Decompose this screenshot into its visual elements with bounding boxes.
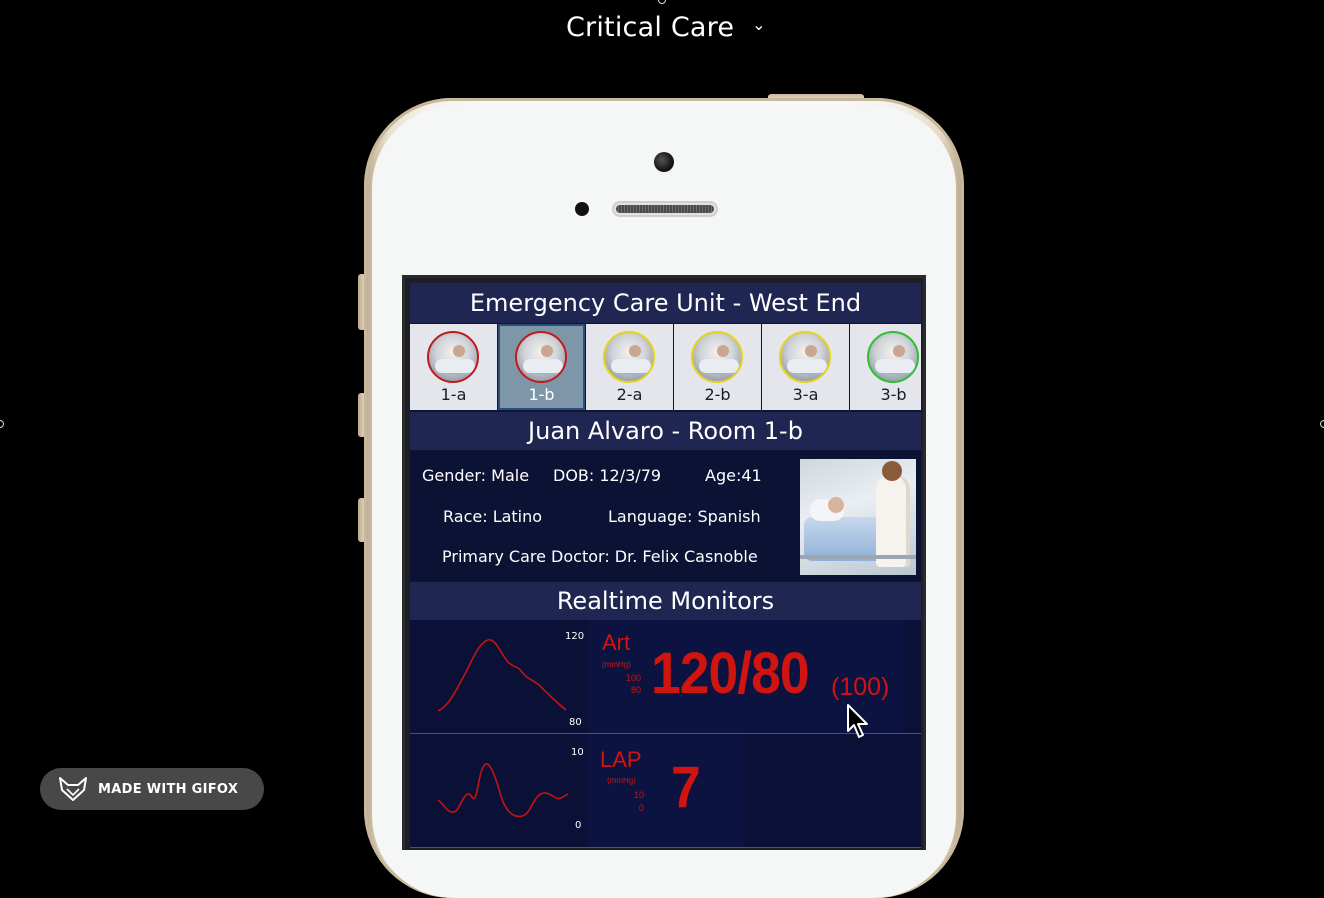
patient-thumbnail <box>867 331 919 383</box>
patient-race: Race: Latino <box>443 507 543 526</box>
proximity-sensor <box>575 202 589 216</box>
view-title: Critical Care <box>566 12 735 43</box>
art-value: 120/80 <box>651 641 810 706</box>
art-mean: (100) <box>831 673 890 701</box>
monitor-lap[interactable]: 10 0 LAP (mmHg) 10 0 7 <box>410 734 921 848</box>
art-limit-low: 80 <box>630 685 641 695</box>
room-selector[interactable]: 1-a 1-b 2-a 2-b 3-a 3-b <box>410 323 921 412</box>
lap-label: LAP <box>600 747 642 772</box>
room-label: 3-b <box>880 385 907 404</box>
room-label: 3-a <box>792 385 819 404</box>
chevron-down-icon[interactable]: ⌄ <box>752 15 765 34</box>
room-tab-1-a[interactable]: 1-a <box>410 324 497 410</box>
patient-dob: DOB: 12/3/79 <box>553 466 662 485</box>
resize-handle-left[interactable] <box>0 420 4 428</box>
patient-age: Age:41 <box>705 466 762 485</box>
patient-info-panel: Gender: Male DOB: 12/3/79 Age:41 Race: L… <box>410 450 921 582</box>
room-label: 1-a <box>440 385 467 404</box>
phone-screen: Emergency Care Unit - West End 1-a 1-b 2… <box>402 275 926 850</box>
earpiece-speaker <box>612 201 718 217</box>
lap-waveform: 10 0 <box>410 734 587 847</box>
patient-thumbnail <box>779 331 831 383</box>
unit-title: Emergency Care Unit - West End <box>410 283 921 323</box>
watermark-text: MADE WITH GIFOX <box>98 781 239 797</box>
patient-thumbnail <box>515 331 567 383</box>
room-tab-2-b[interactable]: 2-b <box>674 324 761 410</box>
lap-limit-low: 0 <box>638 803 644 813</box>
room-tab-2-a[interactable]: 2-a <box>586 324 673 410</box>
monitor-art[interactable]: 120 80 Art (mmHg) 100 80 120/80 (100) <box>410 620 921 734</box>
resize-handle-right[interactable] <box>1320 420 1324 428</box>
art-waveform-trace <box>437 639 567 712</box>
lap-scale-bottom: 0 <box>575 820 582 831</box>
room-tab-3-b[interactable]: 3-b <box>850 324 921 410</box>
front-camera <box>654 152 674 172</box>
lap-scale-top: 10 <box>571 747 584 758</box>
patient-language: Language: Spanish <box>608 507 761 526</box>
lap-limit-high: 10 <box>633 790 644 800</box>
art-scale-top: 120 <box>565 631 585 642</box>
room-tab-3-a[interactable]: 3-a <box>762 324 849 410</box>
monitors-title: Realtime Monitors <box>410 582 921 620</box>
art-waveform: 120 80 <box>410 620 587 733</box>
lap-readout: LAP (mmHg) 10 0 7 <box>587 734 743 847</box>
patient-gender: Gender: Male <box>422 466 530 485</box>
room-tab-1-b[interactable]: 1-b <box>498 324 585 410</box>
art-scale-bottom: 80 <box>569 717 582 728</box>
patient-doctor: Primary Care Doctor: Dr. Felix Casnoble <box>442 547 758 566</box>
room-label: 2-b <box>704 385 731 404</box>
app-content: Emergency Care Unit - West End 1-a 1-b 2… <box>410 283 921 848</box>
room-label: 1-b <box>528 385 555 404</box>
mouse-pointer-icon <box>847 704 868 738</box>
lap-waveform-trace <box>437 763 569 818</box>
top-bar: Critical Care ⌄ <box>0 0 1324 64</box>
art-label: Art <box>602 630 631 655</box>
patient-thumbnail <box>427 331 479 383</box>
view-selector[interactable]: Critical Care ⌄ <box>566 12 766 43</box>
fox-logo-icon <box>59 777 87 801</box>
art-unit: (mmHg) <box>602 660 631 669</box>
gifox-watermark: MADE WITH GIFOX <box>40 768 264 810</box>
lap-value: 7 <box>671 755 701 820</box>
patient-thumbnail <box>603 331 655 383</box>
patient-thumbnail <box>691 331 743 383</box>
patient-header: Juan Alvaro - Room 1-b <box>410 412 921 450</box>
patient-photo <box>800 459 916 575</box>
art-limit-high: 100 <box>625 673 641 683</box>
lap-unit: (mmHg) <box>607 776 636 785</box>
room-label: 2-a <box>616 385 643 404</box>
